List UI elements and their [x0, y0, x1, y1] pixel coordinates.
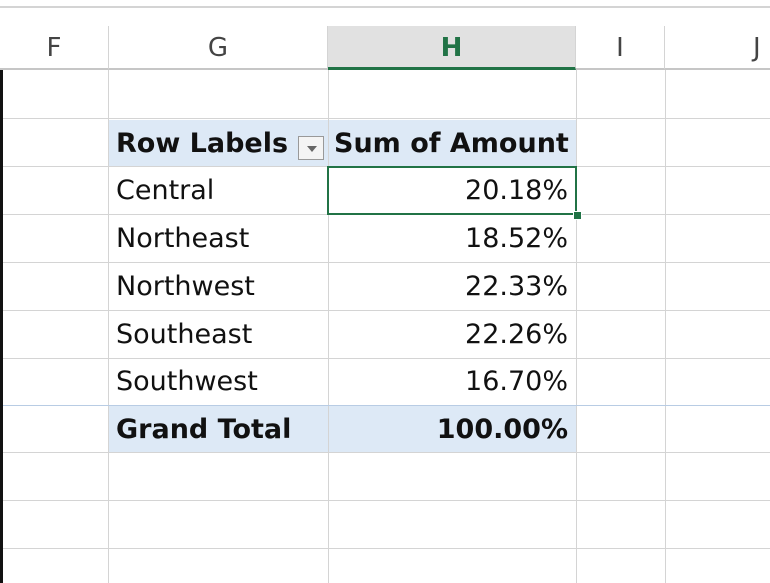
fill-handle[interactable] [573, 211, 582, 220]
grand-total-value[interactable]: 100.00% [437, 406, 568, 453]
gridline [108, 70, 109, 583]
grand-total-label[interactable]: Grand Total [116, 406, 291, 453]
gridline [576, 70, 577, 583]
gridline [0, 118, 770, 119]
pivot-row-label[interactable]: Southwest [116, 358, 258, 405]
gridline [328, 70, 329, 583]
column-header-f[interactable]: F [0, 26, 109, 70]
pivot-row-value[interactable]: 18.52% [465, 215, 568, 262]
column-header-j[interactable]: J [665, 26, 770, 70]
pivot-row-label[interactable]: Central [116, 167, 214, 214]
ribbon-divider [0, 6, 770, 8]
pivot-row-value[interactable]: 22.33% [465, 263, 568, 310]
pivot-value-header[interactable]: Sum of Amount [334, 120, 569, 167]
column-header-i[interactable]: I [576, 26, 665, 70]
pivot-row-label[interactable]: Southeast [116, 311, 252, 358]
pivot-row-labels-header[interactable]: Row Labels [116, 120, 288, 167]
column-header-h[interactable]: H [328, 26, 576, 70]
pivot-row-label[interactable]: Northwest [116, 263, 255, 310]
gridline [665, 70, 666, 583]
gridline [0, 548, 770, 549]
column-header-g[interactable]: G [109, 26, 328, 70]
pivot-row-value[interactable]: 16.70% [465, 358, 568, 405]
pivot-row-label[interactable]: Northeast [116, 215, 249, 262]
gridline [0, 500, 770, 501]
row-header-edge [0, 70, 3, 583]
pivot-row-value[interactable]: 22.26% [465, 311, 568, 358]
filter-dropdown-button[interactable] [298, 136, 324, 160]
active-cell-selection [327, 166, 577, 215]
